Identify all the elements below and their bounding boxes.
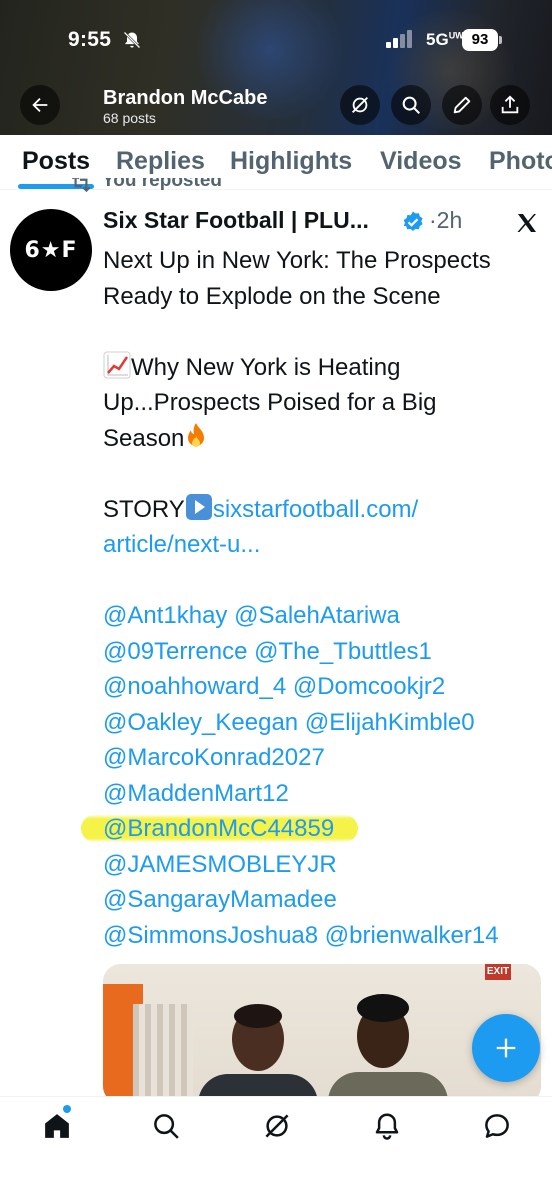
mentions-line: @JAMESMOBLEYJR <box>103 847 543 883</box>
tab-photos[interactable]: Photos <box>489 147 552 176</box>
author-avatar[interactable]: 6★F <box>10 209 92 291</box>
mentions-line: @Ant1khay @SalehAtariwa <box>103 598 543 634</box>
mention-link[interactable]: @brienwalker14 <box>325 922 499 949</box>
home-icon[interactable] <box>42 1111 72 1141</box>
mentions-line: @noahhoward_4 @Domcookjr2 <box>103 669 543 705</box>
post-author-name[interactable]: Six Star Football | PLU... <box>103 207 369 234</box>
post-headline-line: Ready to Explode on the Scene <box>103 282 441 310</box>
post-timestamp[interactable]: ·2h <box>429 207 462 234</box>
edit-button[interactable] <box>442 85 482 125</box>
mention-link[interactable]: @SangarayMamadee <box>103 886 337 913</box>
signal-icon <box>386 30 412 48</box>
x-logo-icon[interactable] <box>515 211 539 235</box>
repost-icon <box>71 178 91 193</box>
bell-off-icon <box>123 31 141 49</box>
mention-link[interactable]: @MarcoKonrad2027 <box>103 744 325 771</box>
fire-icon <box>188 422 205 447</box>
mentions-line: @BrandonMcC44859 <box>81 811 543 847</box>
arrow-left-icon <box>32 97 48 113</box>
status-bar: 9:55 5GUW 93 <box>0 0 552 80</box>
mention-link[interactable]: @SimmonsJoshua8 <box>103 922 318 949</box>
post-paragraph-line: Season <box>103 421 543 457</box>
network-type: 5GUW <box>426 30 464 49</box>
post-paragraph-line: Why New York is Heating <box>103 350 543 386</box>
post-story-line: STORY sixstarfootball.com/ <box>103 492 543 528</box>
grok-icon[interactable] <box>262 1111 292 1141</box>
battery-level: 93 <box>462 29 498 51</box>
mention-link[interactable]: @The_Tbuttles1 <box>254 638 432 665</box>
grok-icon <box>352 97 368 113</box>
compose-button[interactable] <box>472 1014 540 1082</box>
mention-link[interactable]: @Ant1khay <box>103 602 227 629</box>
mention-link[interactable]: @09Terrence <box>103 638 247 665</box>
avatar-logo-text: 6★F <box>24 237 78 263</box>
post-paragraph-line: Up...Prospects Poised for a Big <box>103 389 437 416</box>
story-link-continued[interactable]: article/next-u... <box>103 527 543 563</box>
message-icon[interactable] <box>482 1111 512 1141</box>
mentions-line: @MaddenMart12 <box>103 776 543 812</box>
bell-icon[interactable] <box>372 1111 402 1141</box>
tab-highlights[interactable]: Highlights <box>230 147 352 176</box>
bottom-navigation <box>0 1096 552 1200</box>
post-body: Next Up in New York: The Prospects Ready… <box>81 243 543 954</box>
repost-indicator: You reposted <box>68 178 318 196</box>
battery-icon: 93 <box>462 29 502 51</box>
chart-increasing-icon <box>103 351 131 378</box>
mention-link[interactable]: @JAMESMOBLEYJR <box>103 851 337 878</box>
mentions-line: @Oakley_Keegan @ElijahKimble0 <box>103 705 543 741</box>
status-time: 9:55 <box>68 28 112 51</box>
mention-link[interactable]: @Oakley_Keegan <box>103 709 298 736</box>
share-icon <box>501 95 519 114</box>
grok-button[interactable] <box>340 85 380 125</box>
search-button[interactable] <box>391 85 431 125</box>
edit-icon <box>453 96 471 114</box>
reposted-label: You reposted <box>102 178 222 191</box>
tab-videos[interactable]: Videos <box>380 147 462 176</box>
search-icon[interactable] <box>151 1111 181 1141</box>
share-button[interactable] <box>490 85 530 125</box>
mention-link[interactable]: @noahhoward_4 <box>103 673 286 700</box>
mention-link[interactable]: @Domcookjr2 <box>293 673 445 700</box>
highlighted-mention-link[interactable]: @BrandonMcC44859 <box>81 815 359 842</box>
back-button[interactable] <box>20 85 60 125</box>
tab-posts[interactable]: Posts <box>22 147 90 176</box>
header-profile-name: Brandon McCabe <box>103 87 268 109</box>
tab-replies[interactable]: Replies <box>116 147 205 176</box>
mentions-line: @SimmonsJoshua8 @brienwalker14 <box>103 918 543 954</box>
mention-link[interactable]: @SalehAtariwa <box>234 602 400 629</box>
story-link[interactable]: sixstarfootball.com/ <box>213 496 418 523</box>
home-notification-dot <box>63 1105 71 1113</box>
mention-link[interactable]: @ElijahKimble0 <box>305 709 475 736</box>
plus-icon <box>496 1038 516 1058</box>
verified-badge-icon <box>403 211 423 231</box>
play-button-icon <box>185 493 212 520</box>
mentions-line: @MarcoKonrad2027 <box>103 740 543 776</box>
search-icon <box>402 96 420 114</box>
header-post-count: 68 posts <box>103 110 156 126</box>
exit-sign: EXIT <box>485 964 511 980</box>
mentions-line: @09Terrence @The_Tbuttles1 <box>103 634 543 670</box>
post-headline-line: Next Up in New York: The Prospects <box>103 247 491 274</box>
mentions-line: @SangarayMamadee <box>103 882 543 918</box>
mention-link[interactable]: @MaddenMart12 <box>103 780 289 807</box>
